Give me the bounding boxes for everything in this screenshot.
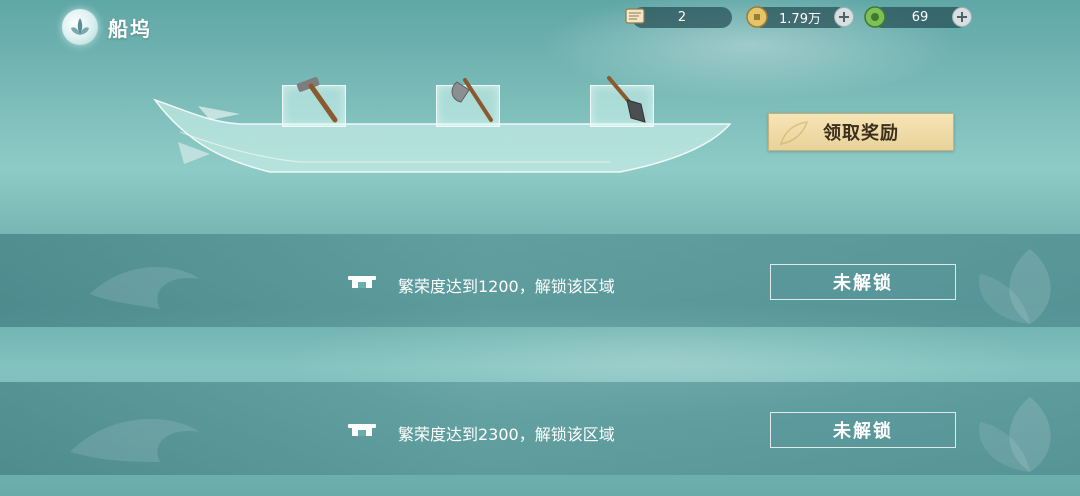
gate-icon [348, 276, 376, 288]
lotus-emblem-icon[interactable] [62, 9, 98, 45]
hammer-icon [296, 77, 338, 123]
unlock-condition-text: 繁荣度达到2300，解锁该区域 [398, 425, 615, 444]
axe-slot[interactable] [436, 78, 500, 127]
claim-reward-label: 领取奖励 [823, 123, 899, 144]
wave-decoration [90, 267, 200, 309]
add-jade-button[interactable] [952, 7, 972, 27]
coin-count: 1.79万 [779, 12, 821, 27]
scroll-icon [622, 3, 648, 29]
locked-status-button[interactable]: 未解锁 [770, 264, 956, 300]
scroll-count: 2 [677, 10, 687, 25]
unlock-row: 繁荣度达到2300，解锁该区域 未解锁 [0, 382, 1080, 475]
shovel-slot[interactable] [590, 76, 654, 127]
jade-icon [862, 4, 888, 30]
claim-reward-button[interactable]: 领取奖励 [768, 113, 954, 151]
coin-icon [744, 4, 770, 30]
locked-status-label: 未解锁 [833, 273, 893, 294]
add-coin-button[interactable] [834, 7, 854, 27]
axe-icon [451, 78, 493, 122]
unlock-row: 繁荣度达到1200，解锁该区域 未解锁 [0, 234, 1080, 327]
leaf-icon [779, 121, 809, 145]
unlock-condition-text: 繁荣度达到1200，解锁该区域 [398, 277, 615, 296]
shovel-icon [607, 76, 646, 123]
wave-decoration [70, 418, 200, 462]
lotus-decoration [979, 397, 1051, 472]
locked-status-button[interactable]: 未解锁 [770, 412, 956, 448]
gate-icon [348, 424, 376, 436]
hammer-slot[interactable] [282, 77, 346, 127]
lotus-decoration [979, 249, 1051, 324]
locked-status-label: 未解锁 [833, 421, 893, 442]
page-title: 船坞 [108, 17, 152, 41]
jade-count: 69 [911, 10, 929, 25]
